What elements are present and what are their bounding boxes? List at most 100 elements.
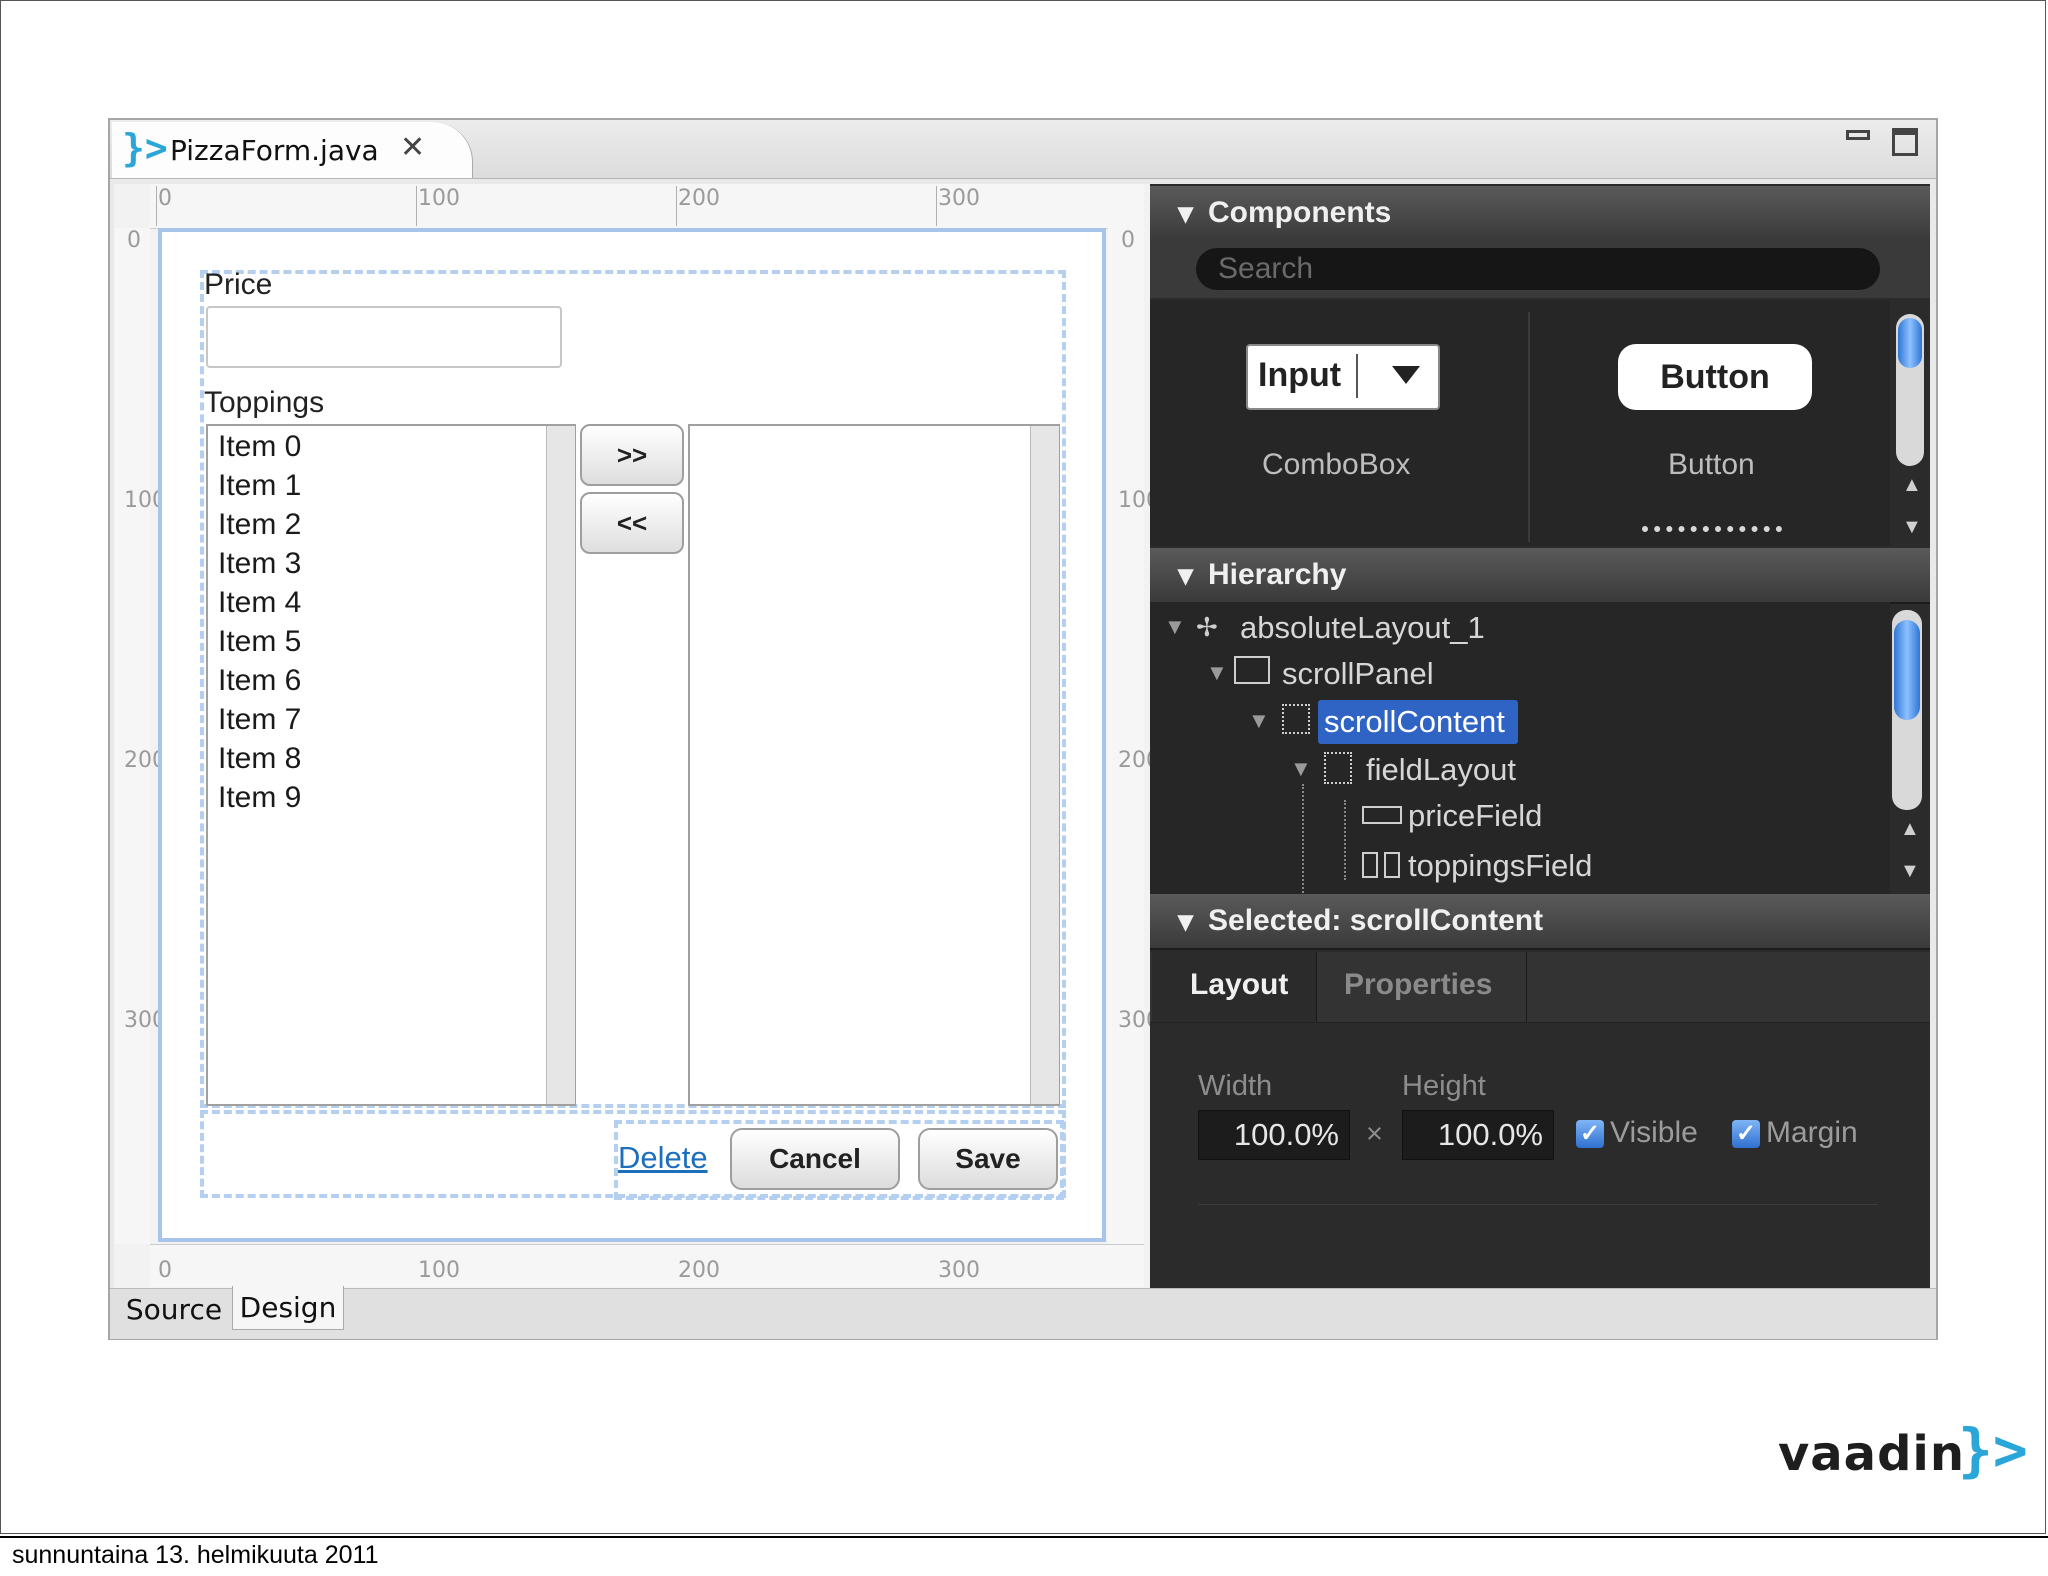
height-input[interactable]: 100.0% bbox=[1402, 1110, 1554, 1160]
ruler-tick bbox=[416, 186, 417, 226]
ruler-top-label: 300 bbox=[938, 186, 980, 211]
maximize-icon[interactable] bbox=[1892, 128, 1918, 156]
list-item[interactable]: Item 7 bbox=[218, 703, 301, 737]
combobox-caption: ComboBox bbox=[1262, 448, 1411, 481]
toppings-label: Toppings bbox=[204, 386, 325, 419]
ruler-left-label: 100 bbox=[124, 488, 166, 514]
footer-divider bbox=[0, 1536, 2048, 1538]
hierarchy-header-label: Hierarchy bbox=[1208, 558, 1347, 591]
ruler-top-label: 100 bbox=[418, 186, 460, 211]
tab-properties-label[interactable]: Properties bbox=[1344, 968, 1492, 1002]
tree-node-scroll-panel[interactable]: scrollPanel bbox=[1282, 656, 1434, 692]
ruler-left-label: 200 bbox=[124, 748, 166, 774]
price-label: Price bbox=[204, 268, 273, 301]
add-topping-button[interactable]: >> bbox=[580, 424, 684, 486]
tree-node-price-field[interactable]: priceField bbox=[1408, 798, 1542, 834]
ruler-left-label: 300 bbox=[124, 1008, 166, 1034]
scroll-up-icon[interactable]: ▲ bbox=[1902, 474, 1922, 497]
list-item[interactable]: Item 1 bbox=[218, 469, 301, 503]
visible-label: Visible bbox=[1610, 1116, 1698, 1149]
minimize-icon[interactable] bbox=[1846, 130, 1870, 140]
ruler-bottom-label: 100 bbox=[418, 1258, 460, 1283]
hierarchy-scroll-thumb[interactable] bbox=[1894, 620, 1920, 720]
height-label: Height bbox=[1402, 1070, 1486, 1102]
list-item[interactable]: Item 5 bbox=[218, 625, 301, 659]
list-item[interactable]: Item 6 bbox=[218, 664, 301, 698]
tree-guide-line bbox=[1302, 784, 1304, 896]
tree-node-scroll-content[interactable]: scrollContent bbox=[1324, 704, 1505, 740]
combobox-preview-text: Input bbox=[1258, 356, 1342, 394]
more-components-indicator bbox=[1642, 526, 1782, 540]
scroll-down-icon[interactable]: ▼ bbox=[1902, 516, 1922, 539]
ruler-bottom-label: 200 bbox=[678, 1258, 720, 1283]
properties-divider bbox=[1198, 1204, 1878, 1205]
toppings-list-scrollbar[interactable] bbox=[546, 426, 575, 1104]
components-grid bbox=[1150, 300, 1890, 546]
ruler-top bbox=[150, 184, 1144, 229]
ruler-right-label: 300 bbox=[1118, 1008, 1160, 1034]
tree-expand-icon[interactable]: ▼ bbox=[1206, 660, 1228, 686]
tree-expand-icon[interactable]: ▼ bbox=[1290, 756, 1312, 782]
scroll-up-icon[interactable]: ▲ bbox=[1900, 818, 1920, 841]
list-item[interactable]: Item 3 bbox=[218, 547, 301, 581]
layout-icon bbox=[1324, 752, 1352, 784]
tree-guide-line bbox=[1344, 800, 1346, 880]
tab-design[interactable]: Design bbox=[232, 1286, 344, 1330]
editor-bottom-tabs bbox=[110, 1288, 1936, 1339]
ruler-right-label: 0 bbox=[1121, 228, 1135, 253]
ruler-tick bbox=[156, 186, 157, 226]
tree-node-toppings-field[interactable]: toppingsField bbox=[1408, 848, 1592, 884]
tree-node-absolute-layout[interactable]: absoluteLayout_1 bbox=[1240, 610, 1485, 646]
vaadin-logo: vaadin bbox=[1778, 1426, 1966, 1482]
file-tab-label[interactable]: PizzaForm.java bbox=[170, 134, 379, 167]
twin-select-icon bbox=[1362, 852, 1378, 878]
list-item[interactable]: Item 8 bbox=[218, 742, 301, 776]
layout-icon bbox=[1282, 704, 1310, 734]
margin-checkbox[interactable]: ✓ bbox=[1732, 1120, 1760, 1148]
ruler-bottom bbox=[150, 1244, 1144, 1287]
text-field-icon bbox=[1362, 806, 1402, 824]
close-tab-icon[interactable]: ✕ bbox=[400, 130, 425, 165]
components-header-label: Components bbox=[1208, 196, 1392, 229]
width-input[interactable]: 100.0% bbox=[1198, 1110, 1350, 1160]
cancel-button[interactable]: Cancel bbox=[730, 1128, 900, 1190]
price-field[interactable] bbox=[206, 306, 562, 368]
visible-checkbox[interactable]: ✓ bbox=[1576, 1120, 1604, 1148]
chevron-down-icon bbox=[1392, 366, 1420, 384]
list-item[interactable]: Item 4 bbox=[218, 586, 301, 620]
ruler-left bbox=[114, 228, 150, 1244]
remove-topping-button[interactable]: << bbox=[580, 492, 684, 554]
ruler-top-label: 0 bbox=[158, 186, 172, 211]
button-caption: Button bbox=[1668, 448, 1755, 481]
selected-list-scrollbar[interactable] bbox=[1030, 426, 1059, 1104]
tree-node-field-layout[interactable]: fieldLayout bbox=[1366, 752, 1516, 788]
width-label: Width bbox=[1198, 1070, 1273, 1102]
tab-layout-label[interactable]: Layout bbox=[1190, 968, 1288, 1002]
selected-header-label: Selected: scrollContent bbox=[1208, 904, 1544, 937]
list-item[interactable]: Item 9 bbox=[218, 781, 301, 815]
list-item[interactable]: Item 0 bbox=[218, 430, 301, 464]
button-component[interactable]: Button bbox=[1618, 344, 1812, 410]
list-item[interactable]: Item 2 bbox=[218, 508, 301, 542]
save-button[interactable]: Save bbox=[918, 1128, 1058, 1190]
tree-expand-icon[interactable]: ▼ bbox=[1164, 614, 1186, 640]
ruler-bottom-label: 0 bbox=[158, 1258, 172, 1283]
components-toggle-icon[interactable]: ▾ bbox=[1178, 196, 1193, 231]
combobox-separator bbox=[1356, 354, 1358, 398]
hierarchy-toggle-icon[interactable]: ▾ bbox=[1178, 558, 1193, 593]
tree-expand-icon[interactable]: ▼ bbox=[1248, 708, 1270, 734]
search-placeholder: Search bbox=[1218, 252, 1314, 285]
tab-source[interactable]: Source bbox=[118, 1288, 230, 1332]
ruler-tick bbox=[936, 186, 937, 226]
ruler-right bbox=[1108, 228, 1144, 1244]
toppings-selected-list[interactable] bbox=[688, 424, 1060, 1106]
times-sign: × bbox=[1366, 1118, 1383, 1150]
vaadin-logo-mark: }> bbox=[1958, 1416, 2028, 1484]
ruler-tick bbox=[676, 186, 677, 226]
components-scroll-thumb[interactable] bbox=[1898, 318, 1922, 368]
selected-toggle-icon[interactable]: ▾ bbox=[1178, 904, 1193, 939]
vaadin-file-icon: }> bbox=[122, 126, 168, 170]
scroll-down-icon[interactable]: ▼ bbox=[1900, 860, 1920, 883]
footer-date: sunnuntaina 13. helmikuuta 2011 bbox=[12, 1541, 379, 1569]
delete-link[interactable]: Delete bbox=[618, 1140, 708, 1176]
